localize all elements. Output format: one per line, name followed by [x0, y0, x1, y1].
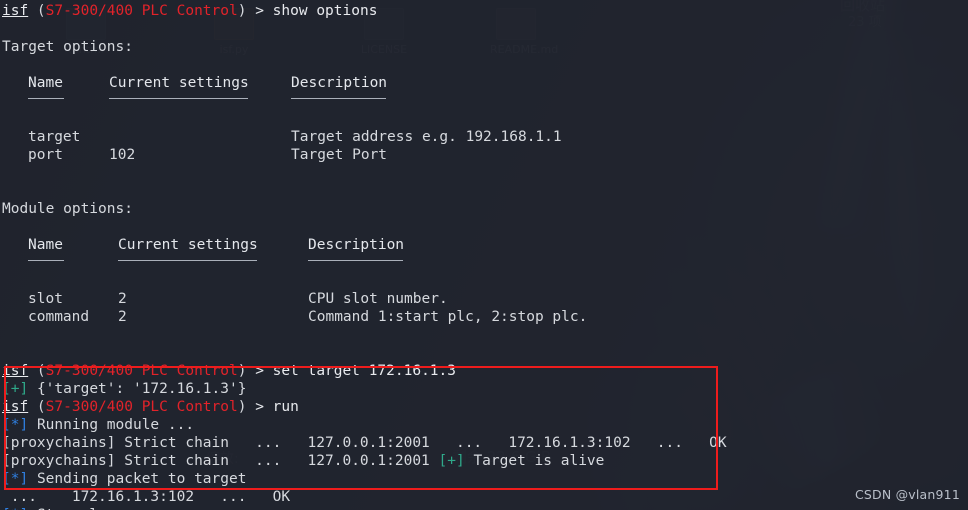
set-target-result: [+] {'target': '172.16.1.3'}: [0, 380, 968, 398]
proxychains-marker: [proxychains]: [2, 435, 116, 451]
module-options-header-row: Name Current settings Description: [0, 236, 968, 254]
rule-settings: [118, 259, 257, 261]
table-row: slot 2 CPU slot number.: [0, 290, 968, 308]
terminal-output: isf (S7-300/400 PLC Control) > show opti…: [0, 0, 968, 510]
option-setting: 2: [118, 309, 127, 325]
output-line-stop-plc: [*] Stop plc: [0, 506, 968, 510]
rule-name: [28, 97, 64, 99]
module-options-title: Module options:: [2, 201, 133, 217]
output-line-proxychains-2: [proxychains] Strict chain ... 127.0.0.1…: [0, 452, 968, 470]
terminal-screenshot: ...html isf.py LICENSE README.md 回收站 23 …: [0, 0, 968, 510]
option-description: Command 1:start plc, 2:stop plc.: [308, 309, 588, 325]
output-line-sending-packet: [*] Sending packet to target: [0, 470, 968, 488]
option-name: command: [28, 309, 90, 325]
set-target-value: {'target': '172.16.1.3'}: [36, 381, 247, 397]
option-description: Target Port: [291, 147, 388, 163]
shell-name: isf: [2, 399, 29, 415]
column-header-name: Name: [28, 237, 63, 253]
info-marker: [*]: [2, 417, 29, 433]
shell-name: isf: [2, 363, 29, 379]
command-set-target: set target 172.16.1.3: [272, 363, 456, 379]
rule-description: [291, 97, 386, 99]
column-header-description: Description: [308, 237, 405, 253]
option-setting: 102: [109, 147, 136, 163]
option-name: slot: [28, 291, 63, 307]
output-text: Strict chain ... 127.0.0.1:2001 ... 172.…: [124, 435, 727, 451]
prompt-close-paren: ): [237, 399, 256, 415]
success-marker: [+]: [438, 453, 465, 469]
target-options-header-row: Name Current settings Description: [0, 74, 968, 92]
option-name: port: [28, 147, 63, 163]
column-header-settings: Current settings: [109, 75, 249, 91]
output-line-packet-result: ... 172.16.1.3:102 ... OK: [0, 488, 968, 506]
output-text-tail: Target is alive: [464, 453, 605, 469]
output-text: Sending packet to target: [36, 471, 247, 487]
module-name: S7-300/400 PLC Control: [45, 363, 238, 379]
shell-name: isf: [2, 3, 29, 19]
command-run: run: [272, 399, 299, 415]
option-name: target: [28, 129, 81, 145]
column-header-settings: Current settings: [118, 237, 258, 253]
proxychains-marker: [proxychains]: [2, 453, 116, 469]
prompt-line-set-target: isf (S7-300/400 PLC Control) > set targe…: [0, 362, 968, 380]
module-name: S7-300/400 PLC Control: [45, 399, 238, 415]
prompt-open-paren: (: [28, 3, 46, 19]
prompt-open-paren: (: [28, 399, 46, 415]
success-marker: [+]: [2, 381, 29, 397]
prompt-arrow: >: [255, 399, 273, 415]
table-row: port 102 Target Port: [0, 146, 968, 164]
prompt-line-run: isf (S7-300/400 PLC Control) > run: [0, 398, 968, 416]
target-options-title: Target options:: [2, 39, 133, 55]
prompt-arrow: >: [255, 3, 273, 19]
prompt-line-show-options: isf (S7-300/400 PLC Control) > show opti…: [0, 2, 968, 20]
module-options-header-rules: [0, 254, 968, 272]
command-show-options: show options: [272, 3, 378, 19]
rule-settings: [109, 97, 248, 99]
prompt-close-paren: ): [237, 363, 256, 379]
rule-name: [28, 259, 64, 261]
output-text: Running module ...: [36, 417, 195, 433]
column-header-name: Name: [28, 75, 63, 91]
prompt-arrow: >: [255, 363, 273, 379]
option-description: Target address e.g. 192.168.1.1: [291, 129, 562, 145]
target-options-header-rules: [0, 92, 968, 110]
column-header-description: Description: [291, 75, 388, 91]
module-name: S7-300/400 PLC Control: [45, 3, 238, 19]
table-row: command 2 Command 1:start plc, 2:stop plc.: [0, 308, 968, 326]
option-description: CPU slot number.: [308, 291, 448, 307]
output-text: ... 172.16.1.3:102 ... OK: [2, 489, 291, 505]
output-text: Strict chain ... 127.0.0.1:2001: [124, 453, 439, 469]
prompt-open-paren: (: [28, 363, 46, 379]
rule-description: [308, 259, 403, 261]
terminal-window[interactable]: isf (S7-300/400 PLC Control) > show opti…: [0, 0, 968, 510]
option-setting: 2: [118, 291, 127, 307]
table-row: target Target address e.g. 192.168.1.1: [0, 128, 968, 146]
output-line-proxychains-1: [proxychains] Strict chain ... 127.0.0.1…: [0, 434, 968, 452]
output-line-running-module: [*] Running module ...: [0, 416, 968, 434]
watermark: CSDN @vlan911: [854, 487, 960, 502]
prompt-close-paren: ): [237, 3, 256, 19]
info-marker: [*]: [2, 471, 29, 487]
